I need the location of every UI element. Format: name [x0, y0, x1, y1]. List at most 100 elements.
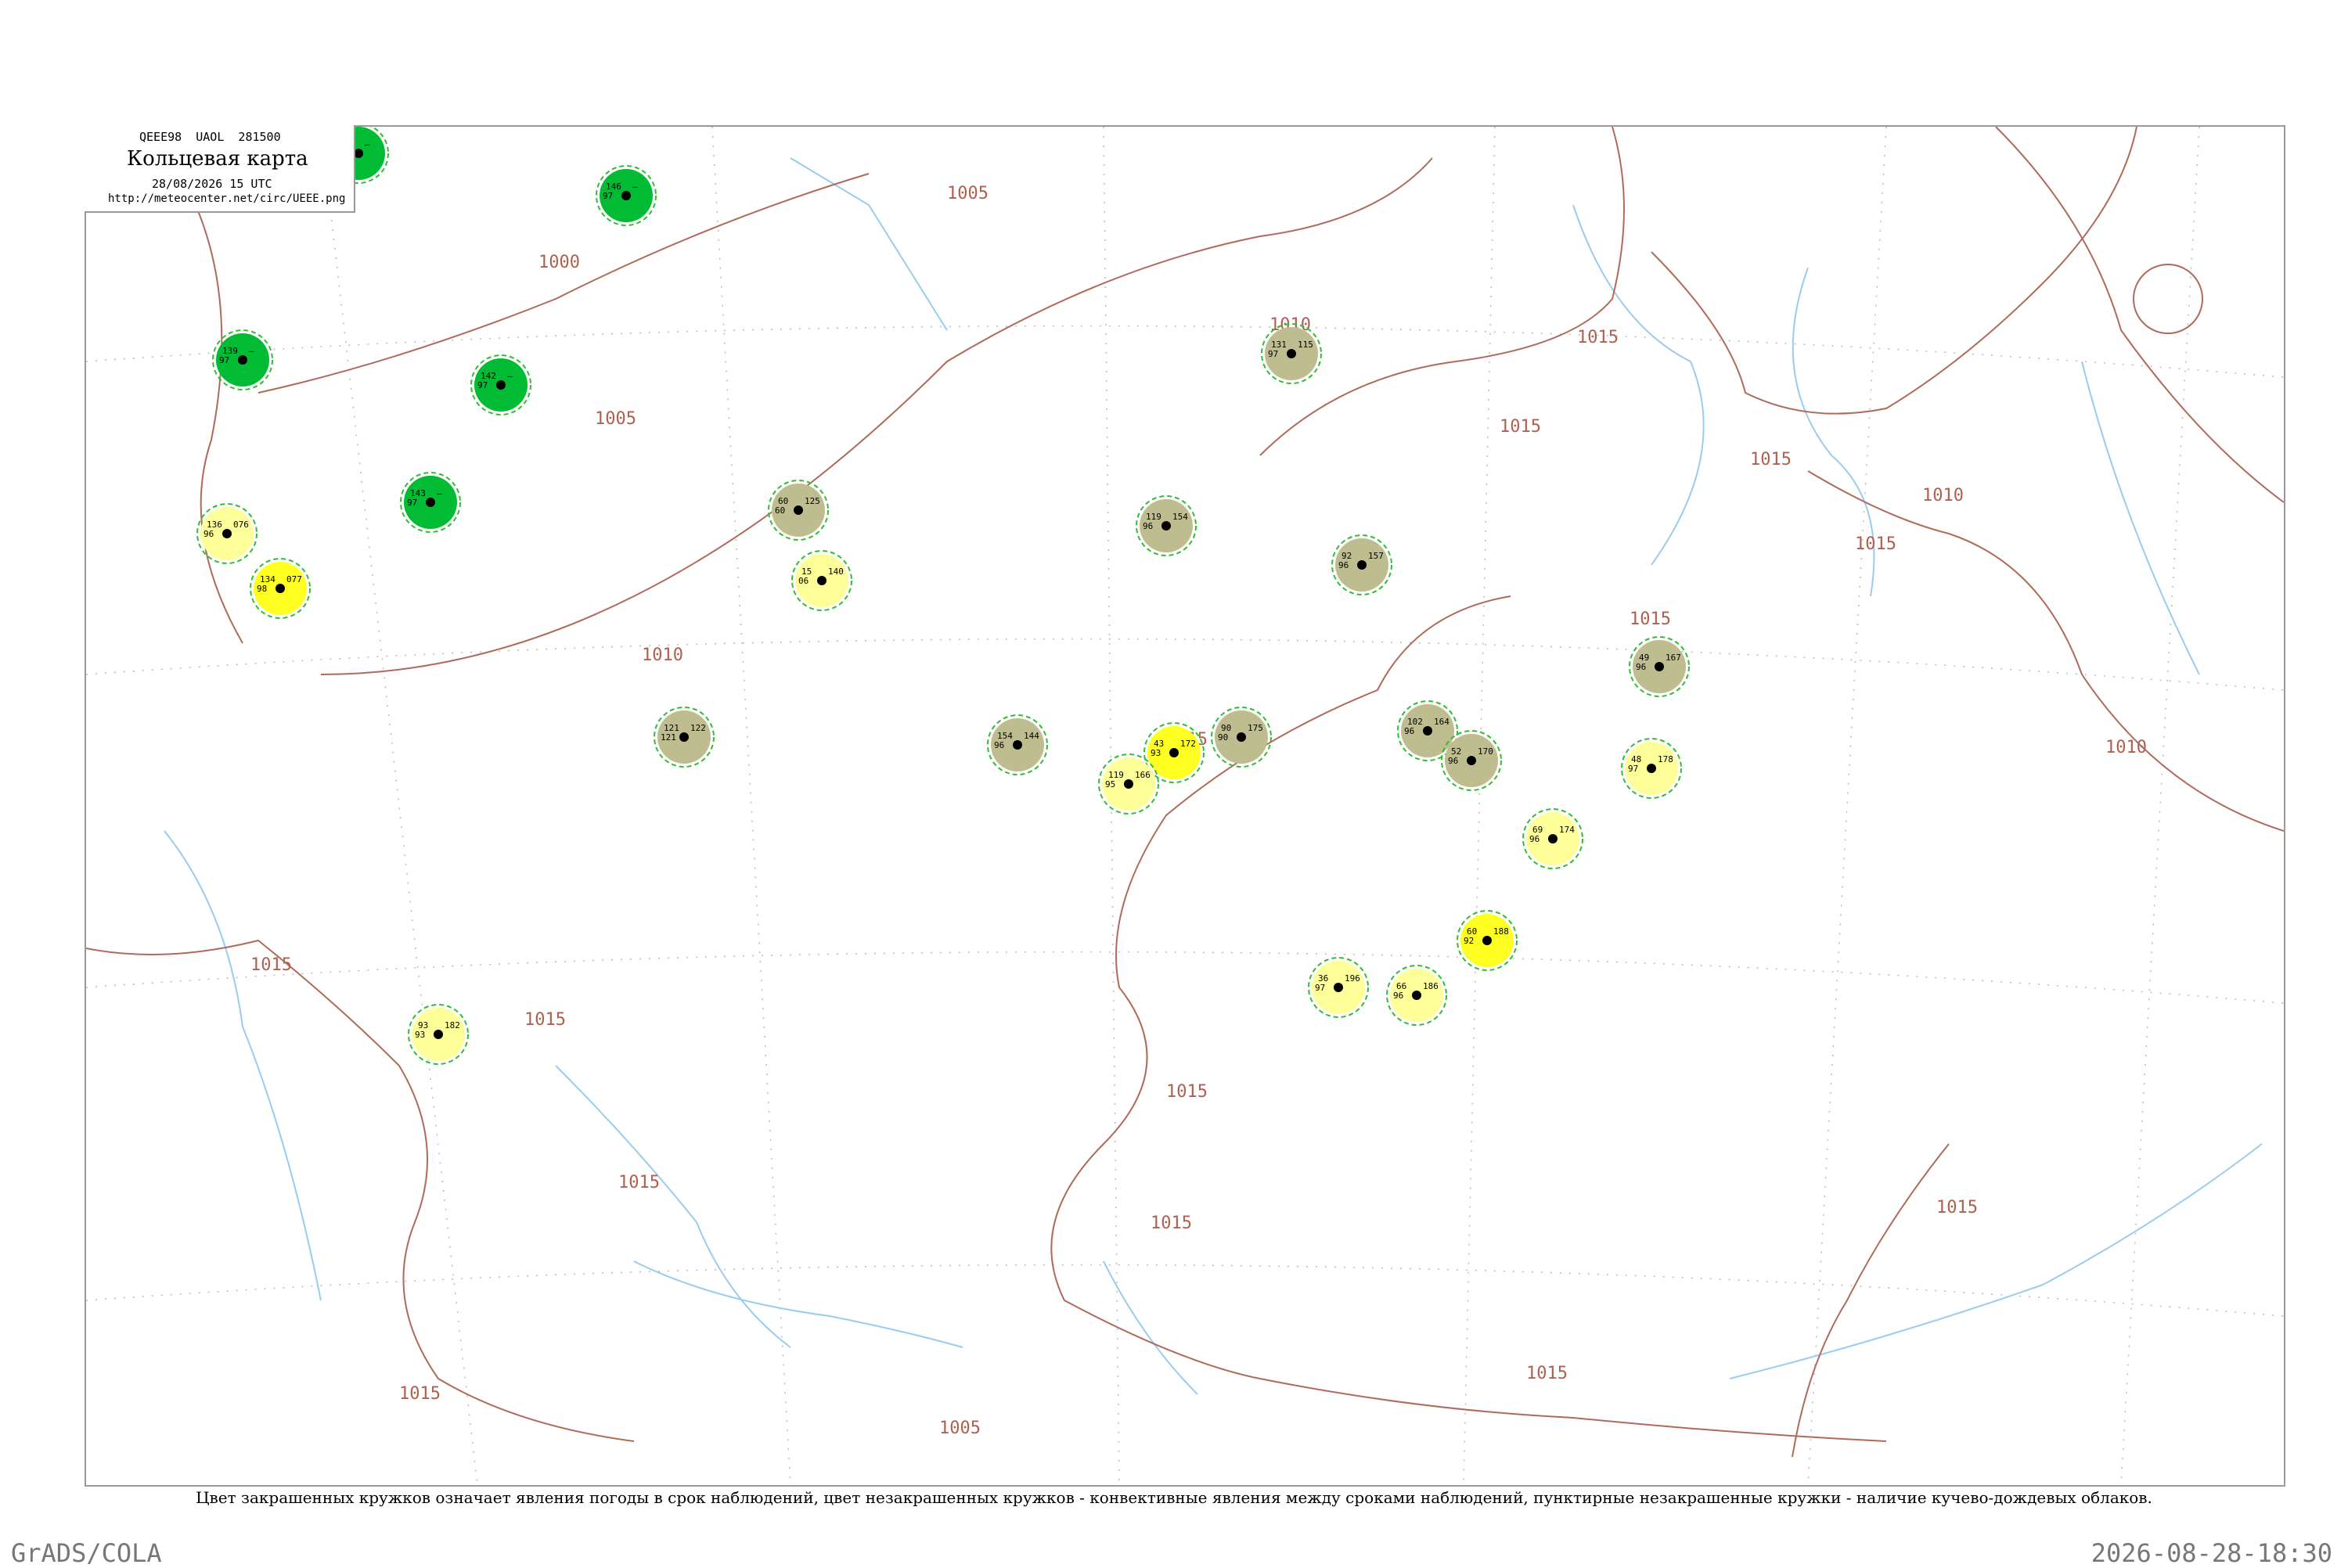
station-marker[interactable]: 14297— [470, 354, 531, 415]
station-value: — [249, 346, 254, 356]
station-marker[interactable]: 15496144 [987, 714, 1048, 775]
station-value: — [632, 182, 638, 192]
station-dot [496, 380, 506, 390]
station-value: 154 [1172, 512, 1188, 522]
station-value: — [437, 488, 442, 498]
station-value: 96 [1143, 521, 1153, 531]
isobar-label-1015-b: 1015 [1500, 417, 1541, 437]
station-value: 170 [1478, 746, 1493, 757]
isobar-label-1000: 1000 [538, 253, 580, 272]
isobar-label-1015-i: 1015 [1166, 1082, 1208, 1102]
isobar-label-1015-k: 1015 [618, 1173, 660, 1192]
footer-software: GrADS/COLA [11, 1538, 162, 1568]
station-value: 97 [1315, 983, 1325, 993]
station-marker[interactable]: 6696186 [1386, 965, 1447, 1026]
station-value: 164 [1434, 717, 1449, 727]
station-dot [1423, 726, 1432, 735]
station-value: 125 [805, 496, 820, 506]
isobar-labels: 1000 1005 1005 1010 1010 1010 1010 1015 … [250, 184, 2147, 1438]
isobar-label-1005-c: 1005 [939, 1419, 981, 1438]
station-value: 196 [1345, 973, 1360, 984]
station-marker[interactable]: 4996167 [1629, 636, 1690, 697]
station-value: 93 [1151, 748, 1161, 758]
station-value: — [507, 371, 513, 381]
station-value: 97 [477, 380, 488, 390]
station-marker[interactable]: 13498077 [250, 558, 311, 619]
isobar-label-1015-d: 1015 [1630, 610, 1671, 629]
station-value: 95 [1105, 779, 1115, 789]
station-dot [679, 732, 689, 742]
station-value: 06 [798, 576, 808, 586]
map-legend: QEEE98 UAOL 281500 Кольцевая карта 28/08… [85, 125, 355, 213]
station-value: 96 [1448, 756, 1458, 766]
station-value: 115 [1298, 340, 1313, 350]
stations-layer: 10797—14697—13997—14297—14397—1319711560… [196, 127, 1690, 1065]
weather-map[interactable]: 1000 1005 1005 1010 1010 1010 1010 1015 … [86, 127, 2284, 1485]
station-value: 98 [257, 584, 267, 594]
station-dot [1412, 991, 1421, 1000]
station-marker[interactable]: 6996174 [1522, 808, 1583, 869]
station-dot [1548, 834, 1558, 843]
station-value: 077 [286, 574, 302, 584]
station-value: 175 [1248, 723, 1263, 733]
station-dot [794, 505, 803, 515]
station-value: 144 [1024, 731, 1039, 741]
station-value: 97 [1628, 764, 1638, 774]
station-marker[interactable]: 9090175 [1211, 707, 1272, 768]
station-dot [1647, 764, 1656, 773]
map-frame: 1000 1005 1005 1010 1010 1010 1010 1015 … [85, 125, 2285, 1487]
station-marker[interactable]: 1506140 [791, 550, 852, 611]
station-dot [1482, 936, 1492, 945]
station-dot [1124, 779, 1133, 789]
station-value: 186 [1423, 981, 1439, 991]
isobar-label-1015-n: 1015 [1936, 1198, 1978, 1217]
station-marker[interactable]: 9296157 [1331, 534, 1392, 595]
station-value: 93 [415, 1030, 425, 1040]
isobar-label-1005-a: 1005 [595, 409, 636, 429]
station-value: 121 [661, 732, 676, 743]
station-value: 188 [1493, 926, 1509, 937]
station-marker[interactable]: 11996154 [1136, 495, 1197, 556]
station-dot [1467, 756, 1476, 765]
station-marker[interactable]: 6060125 [768, 480, 829, 541]
station-dot [222, 529, 232, 538]
isobar-label-1015-h: 1015 [524, 1010, 566, 1030]
station-marker[interactable]: 6092188 [1457, 910, 1518, 971]
station-dot [1161, 521, 1171, 530]
station-marker[interactable]: 121121122 [654, 707, 715, 768]
station-dot [1169, 748, 1179, 757]
map-title: Кольцевая карта [127, 147, 308, 171]
station-dot [1655, 662, 1664, 671]
station-value: 96 [1404, 726, 1414, 736]
station-dot [1334, 983, 1343, 992]
station-dot [621, 191, 631, 200]
station-value: 167 [1666, 653, 1681, 663]
station-marker[interactable]: 14697— [596, 165, 657, 226]
station-dot [1357, 560, 1367, 570]
station-value: 076 [233, 520, 249, 530]
station-value: 174 [1559, 825, 1575, 835]
station-marker[interactable]: 14397— [400, 472, 461, 533]
station-marker[interactable]: 9393182 [408, 1004, 469, 1065]
station-marker[interactable]: 4897178 [1621, 738, 1682, 799]
map-url[interactable]: http://meteocenter.net/circ/UEEE.png [108, 192, 345, 205]
station-value: 96 [1529, 834, 1540, 844]
station-value: 90 [1218, 732, 1228, 743]
station-value: 97 [219, 355, 229, 365]
isobar-label-1015-m: 1015 [1526, 1364, 1568, 1383]
station-value: 96 [1636, 662, 1646, 672]
station-marker[interactable]: 11995166 [1098, 753, 1159, 815]
bulletin-code: QEEE98 UAOL 281500 [139, 130, 281, 144]
station-value: 96 [1393, 991, 1403, 1001]
station-value: 182 [445, 1020, 460, 1030]
isobar-label-1010-d: 1010 [2105, 738, 2147, 757]
station-value: 97 [407, 498, 417, 508]
isobar-label-1010-b: 1010 [642, 646, 683, 665]
footer-timestamp: 2026-08-28-18:30 [2091, 1538, 2332, 1568]
station-marker[interactable]: 3697196 [1308, 957, 1369, 1018]
map-datetime: 28/08/2026 15 UTC [152, 177, 272, 191]
station-dot [426, 498, 435, 507]
station-dot [817, 576, 826, 585]
station-dot [275, 584, 285, 593]
station-value: 97 [603, 191, 613, 201]
